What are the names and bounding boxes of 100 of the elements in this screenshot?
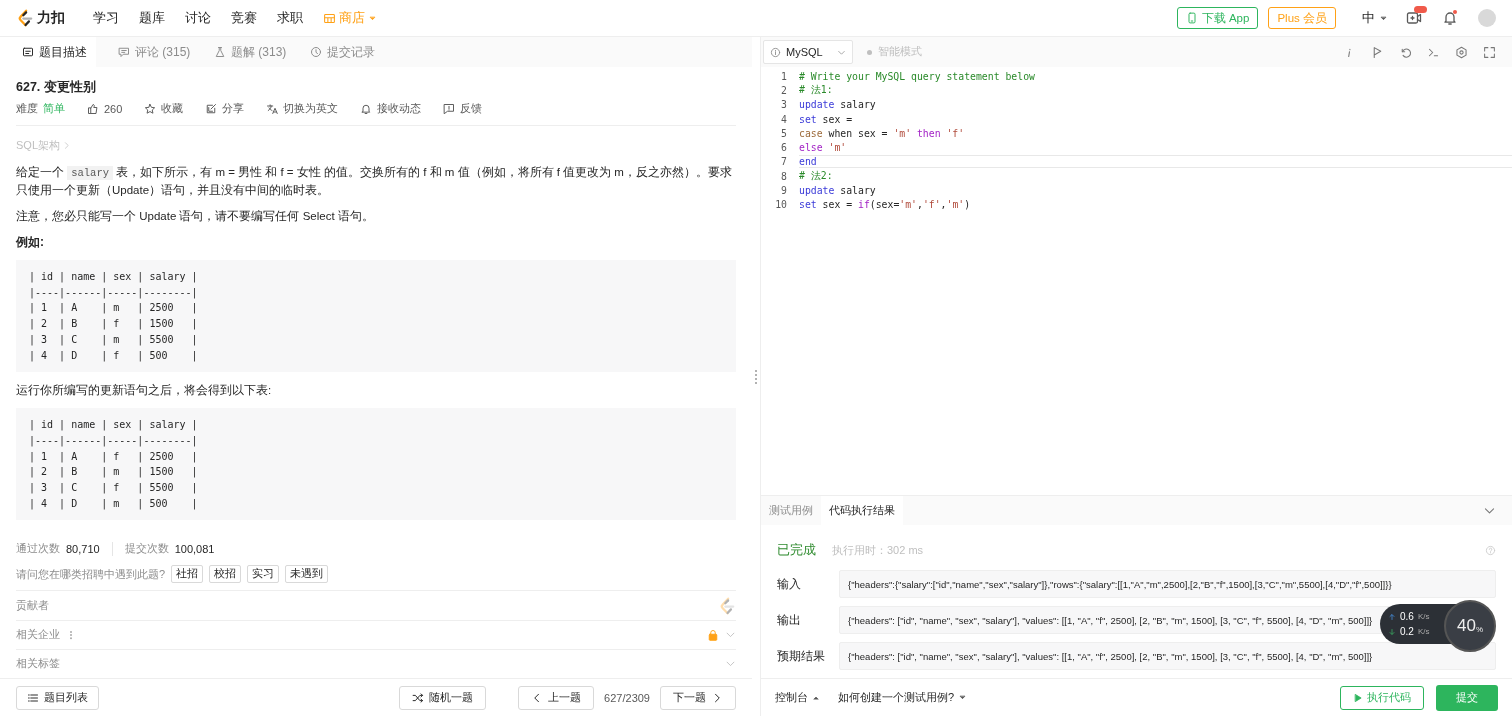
nav-link[interactable]: 讨论 [175, 9, 221, 27]
caret-icon [958, 693, 968, 702]
stat-value: 100,081 [174, 542, 215, 555]
nav-link[interactable]: 学习 [83, 9, 129, 27]
speed-unit: K/s [1417, 626, 1430, 638]
problem-title: 627. 变更性别 [16, 79, 97, 96]
usage-percent: 40 [1456, 616, 1476, 636]
speed-unit: K/s [1417, 611, 1430, 623]
previous-button[interactable]: 上一题 [518, 685, 595, 710]
nav-link[interactable]: 题库 [129, 9, 175, 27]
play-icon [1353, 692, 1363, 703]
code-block: | id | name | sex | salary | |----|------|-----|--------| | 1 | A | m | 2500 | | 2 | B | f | 1500 | | 3 | C | m | 5500 | | 4 | D | f | 500 | [16, 260, 736, 373]
line-number: 8 [780, 170, 788, 182]
line-number: 6 [780, 142, 788, 154]
code-block: | id | name | sex | salary | |----|------|-----|--------| | 1 | A | f | 2500 | | 2 | B | m | 1500 | | 3 | C | f | 5500 | | 4 | D | m | 500 | [16, 408, 736, 521]
code-line: # 法2: [799, 169, 833, 183]
action-link[interactable]: 接收动态 [377, 101, 422, 116]
action-link[interactable]: 反馈 [460, 101, 483, 116]
problem-note: 注意，您必只能写一个 Update 语句，请不要编写任何 Select 语句。 [16, 209, 375, 224]
status-text: 已完成 [777, 541, 816, 559]
line-number: 3 [780, 99, 788, 111]
help-icon [1485, 544, 1496, 556]
shuffle-icon [412, 691, 425, 704]
arrow-up-icon [1388, 612, 1396, 621]
reset-icon[interactable] [1399, 45, 1412, 59]
stat-label: 通过次数 [16, 541, 60, 557]
language-switcher[interactable]: 中 [1362, 9, 1375, 27]
console-toggle[interactable]: 控制台 [775, 690, 808, 705]
action-link[interactable]: 切换为英文 [283, 101, 339, 116]
info-icon [770, 46, 781, 58]
survey-option[interactable]: 未遇到 [285, 565, 329, 584]
line-number: 1 [780, 70, 788, 82]
code-line: update salary [799, 185, 876, 196]
percent-sign: % [1475, 624, 1483, 634]
bell-icon[interactable] [360, 102, 373, 115]
arrow-down-icon [1388, 627, 1396, 636]
action-link[interactable]: 收藏 [161, 101, 184, 116]
next-button[interactable]: 下一题 [660, 685, 736, 710]
result-description: 运行你所编写的更新语句之后，将会得到以下表: [16, 383, 273, 399]
video-icon[interactable] [1406, 10, 1422, 26]
line-number: 9 [780, 185, 788, 196]
survey-option[interactable]: 校招 [209, 565, 242, 584]
tab[interactable]: 代码执行结果 [821, 496, 903, 525]
lock-icon [707, 628, 719, 641]
code-line: end [799, 155, 1512, 169]
settings-icon[interactable] [1455, 45, 1468, 59]
flag-icon[interactable] [1371, 45, 1384, 59]
chevron-right-icon [62, 141, 71, 150]
feedback-icon[interactable] [443, 102, 456, 115]
section-title[interactable]: 贡献者 [16, 598, 49, 614]
help-link[interactable]: 如何创建一个测试用例? [838, 690, 955, 705]
survey-option[interactable]: 社招 [171, 565, 204, 584]
flask-icon [214, 46, 226, 58]
section-title[interactable]: 相关企业 [16, 627, 60, 643]
code-line: update salary [799, 99, 876, 111]
upload-speed: 0.6 [1400, 610, 1414, 624]
clock-icon [310, 46, 322, 58]
share-icon[interactable] [205, 102, 218, 115]
line-number: 10 [774, 199, 788, 211]
comment-icon [118, 46, 130, 58]
language-select[interactable]: MySQL [763, 40, 853, 64]
survey-question: 请问您在哪类招聘中遇到此题? [16, 566, 166, 582]
result-value: {"headers": ["id", "name", "sex", "salary"], "values": [[1, "A", "f", 2500], [2, "B", "m", 1500], [3, "C", "f", 5500], [4, "D", "m", 500]]} [839, 642, 1496, 670]
problem-list-button[interactable]: 题目列表 [16, 685, 99, 710]
download-speed: 0.2 [1400, 625, 1414, 639]
nav-link[interactable]: 求职 [267, 9, 313, 27]
brand-name: 力扣 [37, 9, 65, 27]
line-number: 2 [780, 84, 788, 96]
document-icon [22, 46, 34, 58]
notification-badge [1414, 6, 1427, 13]
code-line: case when sex = 'm' then 'f' [799, 127, 965, 139]
logo-icon [16, 9, 34, 27]
code-line: else 'm' [799, 142, 847, 154]
survey-option[interactable]: 实习 [247, 565, 280, 584]
difficulty-tag: 简单 [43, 101, 65, 116]
result-label: 输入 [777, 576, 802, 592]
random-problem-button[interactable]: 随机一题 [399, 685, 487, 710]
translate-icon[interactable] [266, 102, 279, 115]
result-label: 预期结果 [777, 648, 826, 664]
thumbs-up-icon[interactable] [87, 102, 99, 115]
bell-icon[interactable] [1442, 10, 1458, 26]
difficulty-label: 难度 [16, 101, 38, 116]
action-link[interactable]: 分享 [222, 101, 245, 116]
code-line: set sex = if(sex='m','f','m') [799, 199, 971, 211]
example-heading: 例如: [16, 234, 45, 251]
like-count: 260 [104, 102, 123, 115]
star-icon[interactable] [144, 102, 157, 115]
tab[interactable]: 题目描述 [0, 37, 96, 67]
fullscreen-icon[interactable] [1483, 45, 1496, 59]
notification-dot [1453, 10, 1457, 14]
stat-label: 提交次数 [124, 541, 169, 557]
store-icon [323, 11, 336, 25]
nav-link[interactable]: 竞赛 [221, 9, 267, 27]
logo-icon [718, 596, 736, 615]
problem-description: 给定一个 salary 表，如下所示，有 m = 男性 和 f = 女性 的值。交换所有的 f 和 m 值（例如，将所有 f 值更改为 m，反之亦然）。要求只使用一个更新（Update）语句，并且没有中间的临时表。 [16, 165, 733, 198]
section-title[interactable]: 相关标签 [16, 656, 60, 672]
line-number: 7 [780, 156, 788, 168]
result-value: {"headers":{"salary":["id","name","sex","salary"]},"rows":{"salary":[[1,"A","m",2500],[2,"B","f",1500],[3,"C","m",5500],[4,"D","f",500]]}} [839, 570, 1496, 598]
runtime-text: 执行用时：302 ms [832, 542, 924, 558]
list-icon [27, 691, 39, 704]
